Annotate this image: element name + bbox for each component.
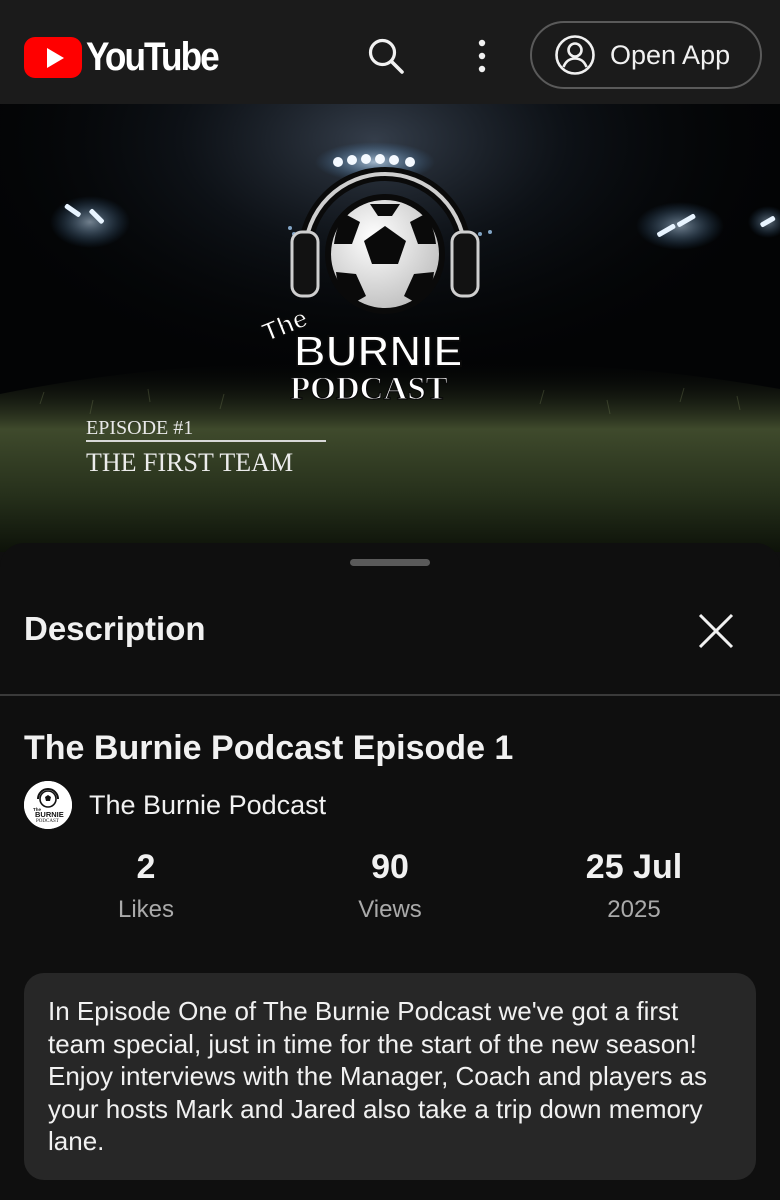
channel-row[interactable]: The BURNIE PODCAST The Burnie Podcast xyxy=(24,781,326,829)
close-button[interactable] xyxy=(690,605,742,657)
stat-date: 25 Jul 2025 xyxy=(512,845,756,925)
account-circle-icon xyxy=(555,35,595,75)
logo-word-burnie: BURNIE xyxy=(294,327,463,376)
channel-avatar-logo: The BURNIE PODCAST xyxy=(24,781,72,829)
open-app-label: Open App xyxy=(610,39,731,70)
publish-date: 25 Jul xyxy=(585,848,683,886)
channel-avatar[interactable]: The BURNIE PODCAST xyxy=(24,781,72,829)
youtube-wordmark: YouTube xyxy=(86,34,220,79)
likes-label: Likes xyxy=(117,896,175,923)
svg-text:PODCAST: PODCAST xyxy=(36,819,59,824)
description-box[interactable]: In Episode One of The Burnie Podcast we'… xyxy=(24,973,756,1180)
video-stats: 2 Likes 90 Views 25 Jul 2025 xyxy=(24,845,756,925)
open-app-button[interactable]: Open App xyxy=(530,21,762,89)
close-icon xyxy=(698,613,734,649)
description-text: In Episode One of The Burnie Podcast we'… xyxy=(48,996,708,1156)
views-count: 90 xyxy=(371,848,409,886)
top-app-bar: YouTube Open App xyxy=(0,0,780,104)
likes-count: 2 xyxy=(136,848,156,886)
youtube-play-icon xyxy=(24,36,82,78)
description-sheet: Description The Burnie Podcast Episode 1… xyxy=(0,543,780,1200)
views-label: Views xyxy=(358,896,422,923)
stat-views: 90 Views xyxy=(268,845,512,925)
episode-title: THE FIRST TEAM xyxy=(86,448,293,477)
sheet-title: Description xyxy=(24,610,206,647)
search-button[interactable] xyxy=(360,30,412,82)
more-options-button[interactable] xyxy=(456,30,508,82)
logo-word-podcast: PODCAST xyxy=(290,371,448,407)
episode-label: EPISODE #1 xyxy=(86,417,193,439)
stat-likes: 2 Likes xyxy=(24,845,268,925)
thumbnail-artwork: The BURNIE PODCAST EPISODE #1 THE FIRST … xyxy=(0,104,780,552)
more-vert-icon xyxy=(478,39,486,73)
publish-year: 2025 xyxy=(607,896,661,923)
youtube-logo[interactable]: YouTube xyxy=(24,34,236,79)
search-icon xyxy=(368,38,404,74)
svg-text:BURNIE: BURNIE xyxy=(35,810,64,819)
video-thumbnail[interactable]: The BURNIE PODCAST EPISODE #1 THE FIRST … xyxy=(0,104,780,552)
channel-name[interactable]: The Burnie Podcast xyxy=(89,790,326,821)
video-title: The Burnie Podcast Episode 1 xyxy=(24,729,514,767)
drag-handle[interactable] xyxy=(350,559,430,566)
divider xyxy=(0,694,780,696)
